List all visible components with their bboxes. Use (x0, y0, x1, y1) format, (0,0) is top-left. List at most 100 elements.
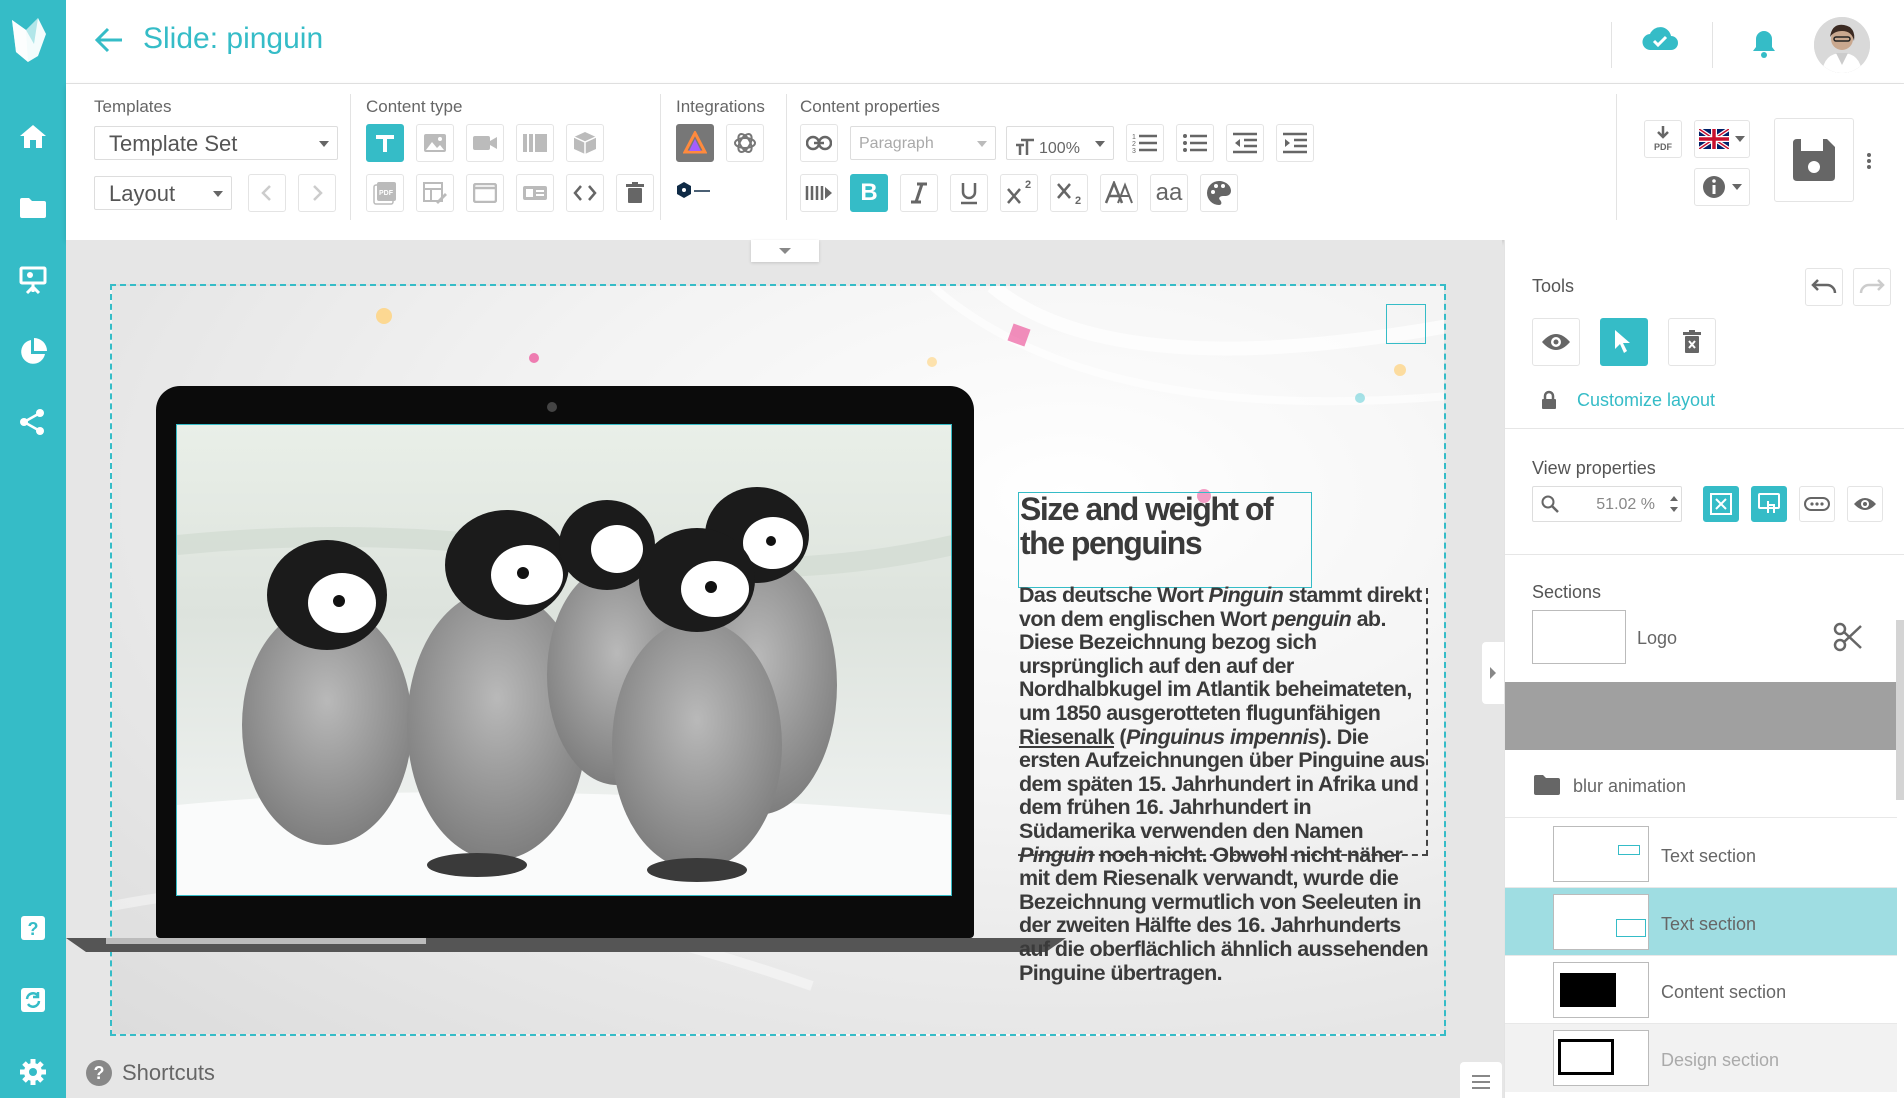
section-row-design[interactable]: Design section (1505, 1024, 1897, 1092)
select-tool-button[interactable] (1600, 318, 1648, 366)
slide-body-text[interactable]: Das deutsche Wort Pinguin stammt direkt … (1019, 583, 1431, 985)
fit-to-screen-button[interactable] (1703, 486, 1739, 522)
delete-tool-button[interactable] (1668, 318, 1716, 366)
color-palette-button[interactable] (1200, 174, 1238, 212)
ribbon-collapse-toggle[interactable] (751, 240, 819, 262)
font-scale-select[interactable]: 100% (1006, 126, 1114, 160)
lock-icon (1541, 390, 1557, 410)
refresh-icon[interactable] (0, 976, 66, 1024)
divider (660, 94, 661, 220)
adobe-express-icon[interactable] (676, 124, 714, 162)
customize-layout-link[interactable]: Customize layout (1577, 390, 1715, 411)
outdent-button[interactable] (1226, 124, 1264, 162)
font-size-label: aa (1155, 179, 1183, 206)
touch-mode-button[interactable] (1751, 486, 1787, 522)
video-type-button[interactable] (466, 124, 504, 162)
section-label: Content section (1661, 982, 1787, 1002)
section-row-text-2[interactable]: Text section (1505, 888, 1897, 956)
app-logo[interactable] (8, 16, 58, 66)
bold-button[interactable]: B (850, 174, 888, 212)
form-type-button[interactable] (416, 174, 454, 212)
section-row-placeholder[interactable] (1505, 682, 1897, 750)
back-arrow-icon[interactable] (94, 26, 124, 54)
underline-button[interactable] (950, 174, 988, 212)
paragraph-value: Paragraph (859, 135, 934, 152)
gallery-type-button[interactable] (516, 124, 554, 162)
help-icon[interactable]: ? (0, 904, 66, 952)
home-icon[interactable] (0, 112, 66, 160)
section-thumbnail (1553, 826, 1649, 882)
font-family-button[interactable] (1100, 174, 1138, 212)
save-button[interactable] (1774, 118, 1854, 202)
slide-corner-placeholder[interactable] (1386, 304, 1426, 344)
font-size-button[interactable]: aa (1150, 174, 1188, 212)
deepl-icon[interactable] (676, 180, 716, 204)
html-code-type-button[interactable] (566, 174, 604, 212)
3d-object-type-button[interactable] (566, 124, 604, 162)
pdf-type-button[interactable]: PDF (366, 174, 404, 212)
visibility-button[interactable] (1847, 486, 1883, 522)
section-row-content[interactable]: Content section (1505, 956, 1897, 1024)
section-row-blur-animation[interactable]: blur animation (1505, 750, 1897, 818)
right-panel-toggle[interactable] (1482, 642, 1504, 704)
paragraph-select[interactable]: Paragraph (850, 126, 996, 160)
scissors-icon[interactable] (1833, 622, 1863, 652)
slide-headline[interactable]: Size and weight of the penguins (1020, 492, 1320, 560)
image-type-button[interactable] (416, 124, 454, 162)
language-select[interactable] (1694, 120, 1750, 158)
template-set-select[interactable]: Template Set (94, 126, 338, 160)
frame-type-button[interactable] (466, 174, 504, 212)
folder-icon[interactable] (0, 184, 66, 232)
italic-button[interactable] (900, 174, 938, 212)
prev-layout-button[interactable] (248, 174, 286, 212)
thumbnail-marker (1616, 919, 1646, 937)
superscript-icon: 2 (1025, 179, 1032, 191)
chevron-down-icon (1735, 136, 1745, 142)
layout-select[interactable]: Layout (94, 176, 232, 210)
top-bar: Slide: pinguin (66, 0, 1904, 84)
svg-text:3: 3 (1132, 148, 1136, 154)
indent-button[interactable] (1276, 124, 1314, 162)
riesenalk-link[interactable]: Riesenalk (1019, 725, 1115, 749)
settings-icon[interactable] (0, 1048, 66, 1096)
panel-scrollbar[interactable] (1896, 620, 1904, 800)
text-direction-button[interactable] (800, 174, 838, 212)
section-row-logo[interactable]: Logo (1505, 610, 1897, 678)
more-options-icon[interactable] (1866, 152, 1874, 172)
preview-tool-button[interactable] (1532, 318, 1580, 366)
card-type-button[interactable] (516, 174, 554, 212)
cloud-saved-icon[interactable] (1641, 26, 1679, 52)
unordered-list-button[interactable] (1176, 124, 1214, 162)
subscript-button[interactable]: 2 (1050, 174, 1088, 212)
openai-icon[interactable] (726, 124, 764, 162)
ordered-list-button[interactable]: 123 (1126, 124, 1164, 162)
folder-icon (1533, 774, 1561, 796)
section-label: Logo (1637, 628, 1678, 648)
info-select[interactable] (1694, 168, 1750, 206)
section-thumbnail (1553, 894, 1649, 950)
share-icon[interactable] (0, 398, 66, 446)
text-type-button[interactable] (366, 124, 404, 162)
penguin-image[interactable] (176, 424, 952, 896)
section-row-text-1[interactable]: Text section (1505, 820, 1897, 888)
section-label: Text section (1661, 846, 1757, 866)
thumbnail-marker (1558, 1039, 1614, 1075)
notification-bell-icon[interactable] (1751, 28, 1777, 58)
font-size-icon (1015, 138, 1035, 156)
divider (350, 94, 351, 220)
redo-button[interactable] (1853, 268, 1891, 306)
view-zoom-input[interactable]: 51.02 % (1532, 486, 1682, 522)
presentation-icon[interactable] (0, 256, 66, 304)
pie-chart-icon[interactable] (0, 328, 66, 376)
shortcuts-button[interactable]: ? Shortcuts (86, 1060, 215, 1086)
link-button[interactable] (800, 124, 838, 162)
user-avatar[interactable] (1814, 17, 1870, 73)
download-pdf-button[interactable]: PDF (1644, 120, 1682, 158)
bottom-panel-toggle[interactable] (1460, 1062, 1502, 1098)
next-layout-button[interactable] (298, 174, 336, 212)
undo-button[interactable] (1805, 268, 1843, 306)
spinner-icon[interactable] (1669, 493, 1679, 515)
superscript-button[interactable]: 2 (1000, 174, 1038, 212)
more-view-button[interactable] (1799, 486, 1835, 522)
delete-content-button[interactable] (616, 174, 654, 212)
